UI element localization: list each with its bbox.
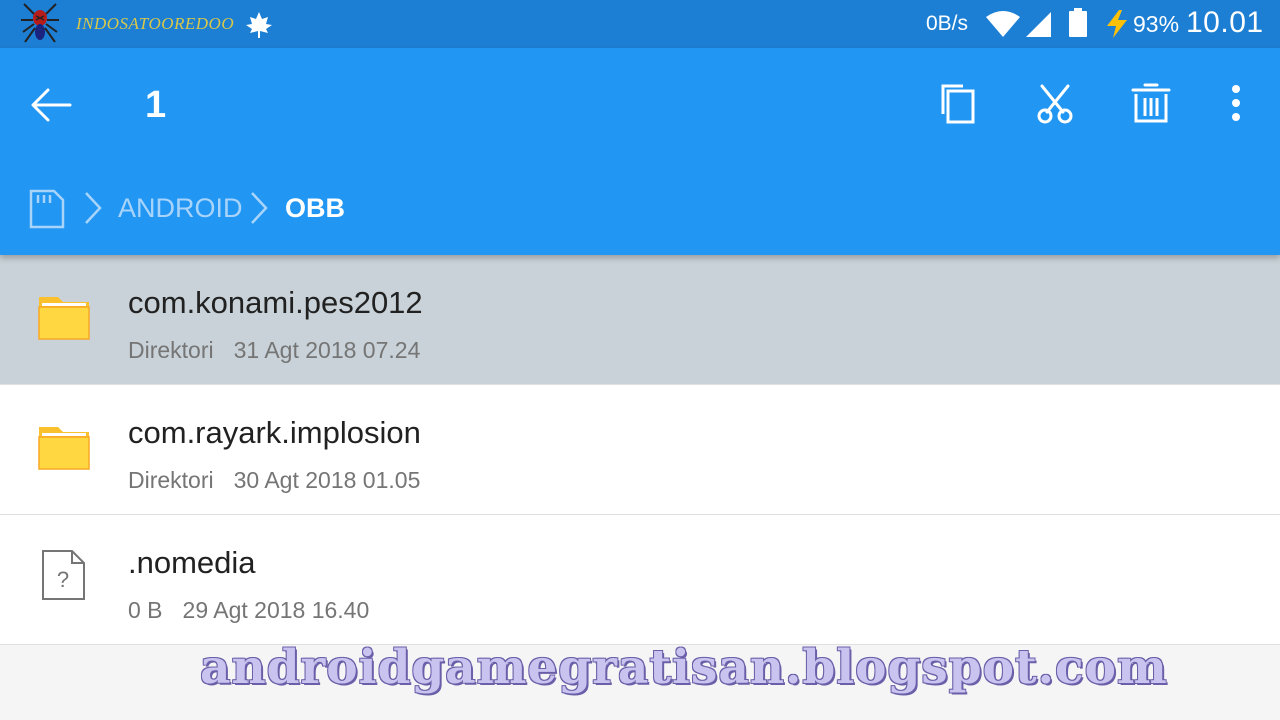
signal-icon [1026,12,1051,37]
cut-button[interactable] [1030,78,1080,128]
folder-icon [38,427,90,470]
file-row[interactable]: ? .nomedia 0 B 29 Agt 2018 16.40 [0,515,1280,645]
status-bar: INDOSATOOREDOO 0B/s 93% 10.01 [0,0,1280,48]
file-row[interactable]: com.konami.pes2012 Direktori 31 Agt 2018 … [0,255,1280,385]
selection-count: 1 [145,84,167,126]
more-vert-icon [1232,85,1240,121]
back-arrow-icon [31,88,72,122]
folder-icon [38,297,90,340]
charging-bolt-icon [1107,10,1127,38]
delete-button[interactable] [1126,78,1176,128]
breadcrumb-item-android[interactable]: ANDROID [118,193,243,224]
maple-leaf-icon [246,12,272,38]
wifi-icon [986,11,1020,37]
svg-text:?: ? [57,567,69,592]
file-size: 0 B [128,597,163,623]
sd-card-icon[interactable] [28,188,66,230]
breadcrumb-item-obb[interactable]: OBB [285,193,345,224]
network-speed: 0B/s [926,12,969,35]
spider-logo-icon [21,3,59,43]
file-row[interactable]: com.rayark.implosion Direktori 30 Agt 201… [0,385,1280,515]
file-meta: Direktori 30 Agt 2018 01.05 [128,467,440,494]
file-type: Direktori [128,337,214,363]
copy-icon [941,84,975,124]
cut-icon [1037,84,1073,124]
watermark: androidgamegratisan.blogspot.com [200,640,1168,695]
chevron-right-icon [251,192,268,224]
file-name: com.rayark.implosion [128,415,421,450]
file-name: com.konami.pes2012 [128,285,423,320]
file-meta: Direktori 31 Agt 2018 07.24 [128,337,440,364]
app-bar: 1 ANDROID OBB [0,48,1280,255]
battery-icon [1069,8,1087,37]
copy-button[interactable] [933,78,983,128]
more-options-button[interactable] [1212,78,1260,128]
file-type: Direktori [128,467,214,493]
clock: 10.01 [1186,6,1264,39]
file-date: 29 Agt 2018 16.40 [182,597,370,623]
carrier-name: INDOSATOOREDOO [76,14,235,33]
battery-percent: 93% [1133,11,1180,37]
chevron-right-icon [85,192,102,224]
file-meta: 0 B 29 Agt 2018 16.40 [128,597,389,624]
file-date: 30 Agt 2018 01.05 [233,467,421,493]
file-date: 31 Agt 2018 07.24 [233,337,421,363]
delete-icon [1131,83,1171,123]
breadcrumb: ANDROID OBB [0,178,1280,238]
file-list: com.konami.pes2012 Direktori 31 Agt 2018 … [0,255,1280,645]
unknown-file-icon: ? [42,550,85,600]
file-name: .nomedia [128,545,256,580]
back-button[interactable] [26,80,76,130]
